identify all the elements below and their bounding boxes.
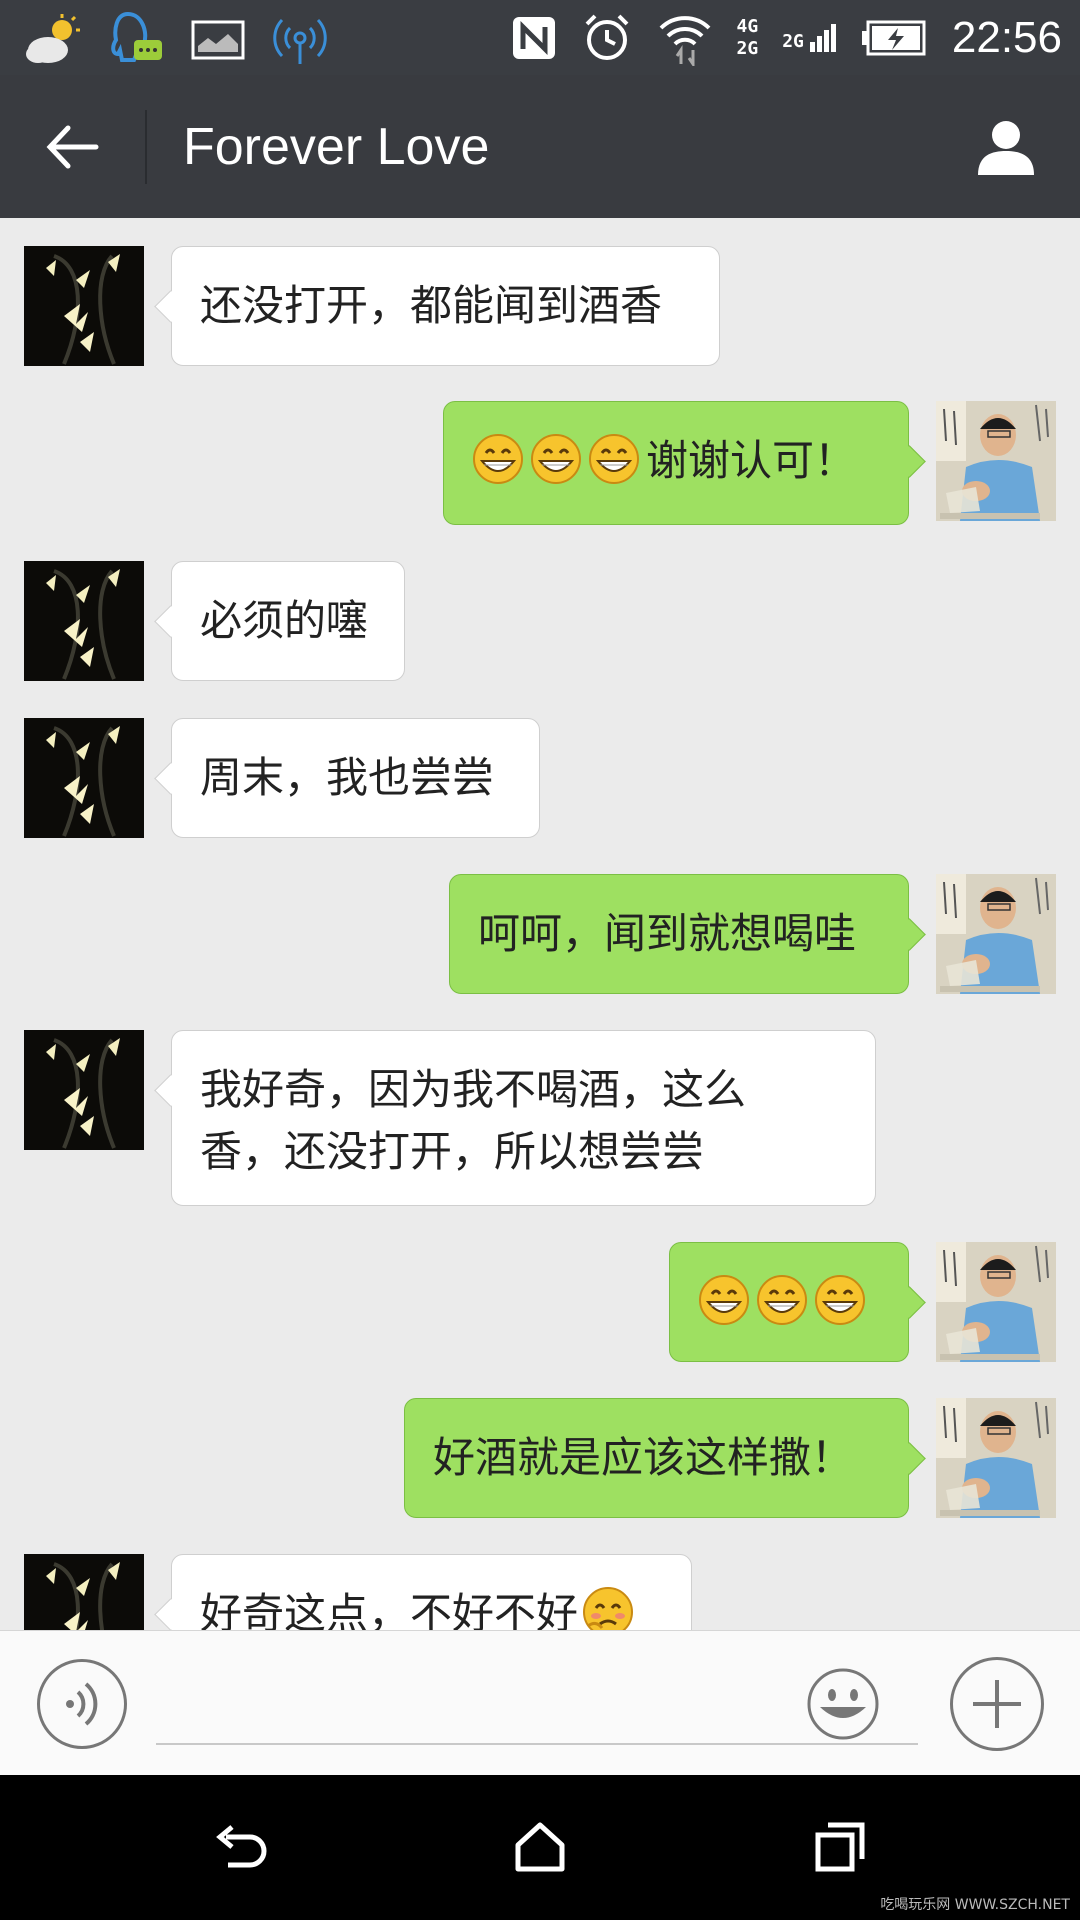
qq-message-icon — [111, 11, 162, 62]
wifi-icon — [659, 16, 710, 66]
signal-4g-2g-icon: 4G 2G — [737, 16, 759, 60]
message-list[interactable]: 还没打开，都能闻到酒香 谢谢认可！ 必须的噻 周末，我也尝尝 呵呵，闻到就想喝哇… — [0, 218, 1080, 1630]
grin-emoji-icon — [473, 434, 523, 484]
message-bubble-outgoing[interactable] — [669, 1242, 909, 1362]
chat-header: Forever Love — [0, 75, 1080, 218]
grin-emoji-icon — [757, 1275, 807, 1325]
message-text: 好奇这点，不好不好 — [200, 1589, 579, 1630]
message-text: 周末，我也尝尝 — [200, 753, 495, 802]
watermark: 吃喝玩乐网 WWW.SZCH.NET — [880, 1897, 1070, 1913]
status-left-icons — [22, 10, 328, 70]
message-bubble-incoming[interactable]: 必须的噻 — [171, 561, 405, 681]
message-bubble-outgoing[interactable]: 好酒就是应该这样撒！ — [404, 1398, 909, 1518]
contact-avatar[interactable] — [24, 718, 144, 838]
plus-icon — [973, 1680, 1021, 1728]
message-bubble-outgoing[interactable]: 呵呵，闻到就想喝哇 — [449, 874, 909, 994]
message-bubble-incoming[interactable]: 周末，我也尝尝 — [171, 718, 540, 838]
chat-title: Forever Love — [183, 118, 490, 176]
header-divider — [145, 110, 147, 184]
message-text: 呵呵，闻到就想喝哇 — [478, 909, 857, 958]
input-bar — [0, 1630, 1080, 1776]
system-nav-bar: 吃喝玩乐网 WWW.SZCH.NET — [0, 1775, 1080, 1920]
voice-button[interactable] — [37, 1659, 127, 1749]
grin-emoji-icon — [589, 434, 639, 484]
arrow-left-icon[interactable] — [38, 112, 108, 182]
clock: 22:56 — [951, 13, 1062, 62]
more-button[interactable] — [950, 1657, 1044, 1751]
my-avatar[interactable] — [936, 1242, 1056, 1362]
status-right-icons: 4G 2G 2G 22:56 — [511, 10, 1062, 66]
weather-icon — [26, 14, 80, 63]
my-avatar[interactable] — [936, 401, 1056, 521]
message-bubble-outgoing[interactable]: 谢谢认可！ — [443, 401, 909, 525]
grin-emoji-icon — [699, 1275, 749, 1325]
gallery-icon — [191, 20, 245, 60]
grin-emoji-icon — [815, 1275, 865, 1325]
message-text: 我好奇，因为我不喝酒，这么香，还没打开，所以想尝尝 — [200, 1065, 747, 1176]
contact-avatar[interactable] — [24, 561, 144, 681]
message-text: 必须的噻 — [200, 596, 369, 645]
back-nav-icon[interactable] — [210, 1817, 270, 1877]
my-avatar[interactable] — [936, 874, 1056, 994]
network-primary-label: 4G — [736, 16, 759, 37]
message-text: 好酒就是应该这样撒！ — [433, 1433, 854, 1482]
battery-charging-icon — [861, 20, 926, 56]
grin-emoji-icon — [531, 434, 581, 484]
network-secondary-label: 2G — [736, 38, 759, 59]
blush-emoji-icon — [583, 1587, 634, 1630]
recents-nav-icon[interactable] — [810, 1817, 870, 1877]
alarm-icon — [585, 14, 628, 60]
message-text: 还没打开，都能闻到酒香 — [200, 281, 663, 330]
smiley-icon[interactable] — [806, 1667, 880, 1741]
hotspot-icon — [273, 18, 327, 64]
message-bubble-incoming[interactable]: 我好奇，因为我不喝酒，这么香，还没打开，所以想尝尝 — [171, 1030, 876, 1206]
message-text: 谢谢认可！ — [646, 436, 857, 485]
my-avatar[interactable] — [936, 1398, 1056, 1518]
message-bubble-incoming[interactable]: 还没打开，都能闻到酒香 — [171, 246, 720, 366]
contact-avatar[interactable] — [24, 1030, 144, 1150]
contact-avatar[interactable] — [24, 1554, 144, 1630]
message-bubble-incoming[interactable]: 好奇这点，不好不好 — [171, 1554, 692, 1630]
signal-2g-icon: 2G — [782, 24, 836, 52]
nfc-icon — [512, 17, 555, 59]
voice-icon — [66, 1682, 98, 1726]
home-nav-icon[interactable] — [510, 1817, 570, 1877]
contact-avatar[interactable] — [24, 246, 144, 366]
person-icon[interactable] — [974, 115, 1038, 179]
status-bar: 4G 2G 2G 22:56 — [0, 0, 1080, 75]
network-tertiary-label: 2G — [782, 31, 804, 52]
message-input[interactable] — [156, 1661, 918, 1745]
